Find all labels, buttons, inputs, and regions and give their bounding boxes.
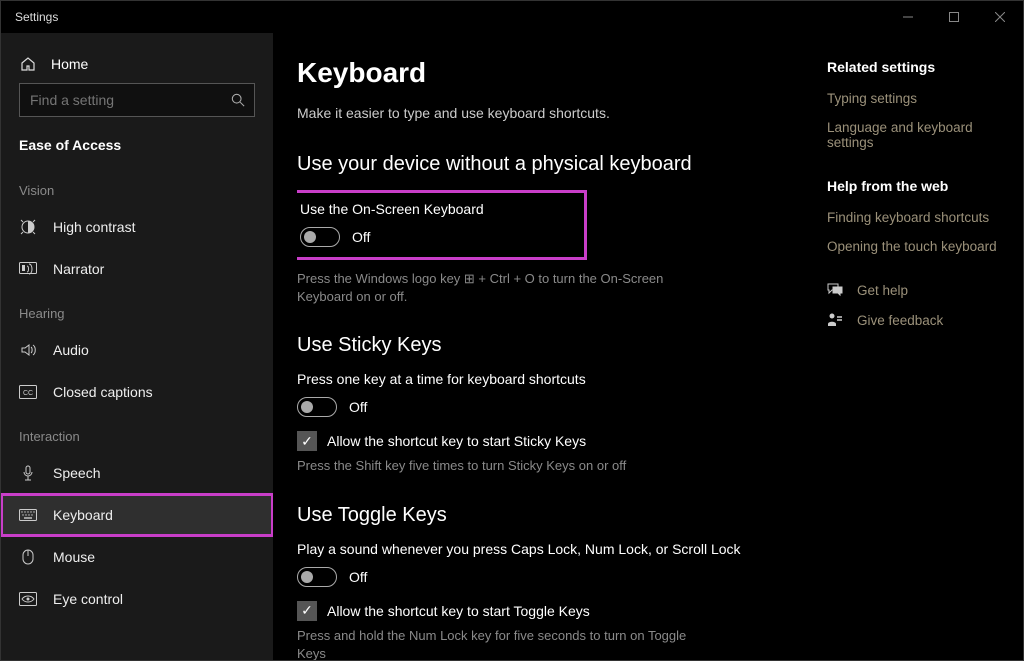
help-heading: Help from the web	[827, 178, 1003, 194]
group-hearing: Hearing	[1, 290, 273, 329]
sticky-state: Off	[349, 399, 367, 415]
togglekeys-toggle[interactable]	[297, 567, 337, 587]
osk-toggle[interactable]	[300, 227, 340, 247]
page-title: Keyboard	[297, 57, 787, 89]
sidebar-item-high-contrast[interactable]: High contrast	[1, 206, 273, 248]
home-label: Home	[51, 56, 88, 72]
sidebar-item-speech[interactable]: Speech	[1, 452, 273, 494]
related-panel: Related settings Typing settings Languag…	[827, 57, 1023, 660]
link-language-keyboard[interactable]: Language and keyboard settings	[827, 120, 1003, 150]
togglekeys-hint: Press and hold the Num Lock key for five…	[297, 627, 717, 660]
link-keyboard-shortcuts[interactable]: Finding keyboard shortcuts	[827, 210, 1003, 225]
cc-icon: CC	[19, 383, 37, 401]
give-feedback-link[interactable]: Give feedback	[827, 312, 1003, 328]
osk-label: Use the On-Screen Keyboard	[300, 201, 484, 217]
sidebar-item-eye-control[interactable]: Eye control	[1, 578, 273, 620]
feedback-label: Give feedback	[857, 313, 943, 328]
sidebar-item-keyboard[interactable]: Keyboard	[1, 494, 273, 536]
contrast-icon	[19, 218, 37, 236]
mic-icon	[19, 464, 37, 482]
sticky-label: Press one key at a time for keyboard sho…	[297, 371, 787, 387]
sticky-hint: Press the Shift key five times to turn S…	[297, 457, 717, 475]
nav-label: Audio	[53, 342, 89, 358]
section-sticky-keys: Use Sticky Keys	[297, 334, 787, 357]
nav-label: High contrast	[53, 219, 135, 235]
nav-label: Keyboard	[53, 507, 113, 523]
sticky-shortcut-checkbox[interactable]: ✓	[297, 431, 317, 451]
osk-state: Off	[352, 229, 370, 245]
group-interaction: Interaction	[1, 413, 273, 452]
nav-label: Closed captions	[53, 384, 153, 400]
togglekeys-shortcut-checkbox[interactable]: ✓	[297, 601, 317, 621]
window-controls	[885, 1, 1023, 33]
close-button[interactable]	[977, 1, 1023, 33]
category-title: Ease of Access	[1, 129, 273, 167]
settings-panel: Keyboard Make it easier to type and use …	[297, 57, 787, 660]
page-subtitle: Make it easier to type and use keyboard …	[297, 105, 787, 121]
home-nav[interactable]: Home	[1, 45, 273, 83]
maximize-button[interactable]	[931, 1, 977, 33]
feedback-icon	[827, 312, 845, 328]
togglekeys-state: Off	[349, 569, 367, 585]
section-physical-keyboard: Use your device without a physical keybo…	[297, 153, 787, 176]
related-heading: Related settings	[827, 59, 1003, 75]
mouse-icon	[19, 548, 37, 566]
sidebar-item-closed-captions[interactable]: CC Closed captions	[1, 371, 273, 413]
group-vision: Vision	[1, 167, 273, 206]
section-toggle-keys: Use Toggle Keys	[297, 504, 787, 527]
get-help-label: Get help	[857, 283, 908, 298]
osk-hint: Press the Windows logo key ⊞ + Ctrl + O …	[297, 270, 717, 306]
get-help-link[interactable]: Get help	[827, 282, 1003, 298]
titlebar: Settings	[1, 1, 1023, 33]
sticky-toggle[interactable]	[297, 397, 337, 417]
svg-text:CC: CC	[23, 390, 33, 397]
togglekeys-label: Play a sound whenever you press Caps Loc…	[297, 541, 787, 557]
narrator-icon	[19, 260, 37, 278]
eye-icon	[19, 590, 37, 608]
search-icon	[231, 93, 245, 107]
nav-label: Eye control	[53, 591, 123, 607]
sticky-check-label: Allow the shortcut key to start Sticky K…	[327, 433, 586, 449]
home-icon	[19, 55, 37, 73]
audio-icon	[19, 341, 37, 359]
sidebar-item-mouse[interactable]: Mouse	[1, 536, 273, 578]
sidebar-item-audio[interactable]: Audio	[1, 329, 273, 371]
keyboard-icon	[19, 506, 37, 524]
nav-label: Narrator	[53, 261, 104, 277]
nav-label: Speech	[53, 465, 100, 481]
sidebar: Home Ease of Access Vision High contrast…	[1, 33, 273, 660]
search-input[interactable]	[19, 83, 255, 117]
sidebar-item-narrator[interactable]: Narrator	[1, 248, 273, 290]
link-typing-settings[interactable]: Typing settings	[827, 91, 1003, 106]
highlight-osk: Use the On-Screen Keyboard Off	[297, 190, 587, 260]
nav-label: Mouse	[53, 549, 95, 565]
window-title: Settings	[15, 10, 58, 24]
link-touch-keyboard[interactable]: Opening the touch keyboard	[827, 239, 1003, 254]
help-chat-icon	[827, 282, 845, 298]
minimize-button[interactable]	[885, 1, 931, 33]
togglekeys-check-label: Allow the shortcut key to start Toggle K…	[327, 603, 590, 619]
